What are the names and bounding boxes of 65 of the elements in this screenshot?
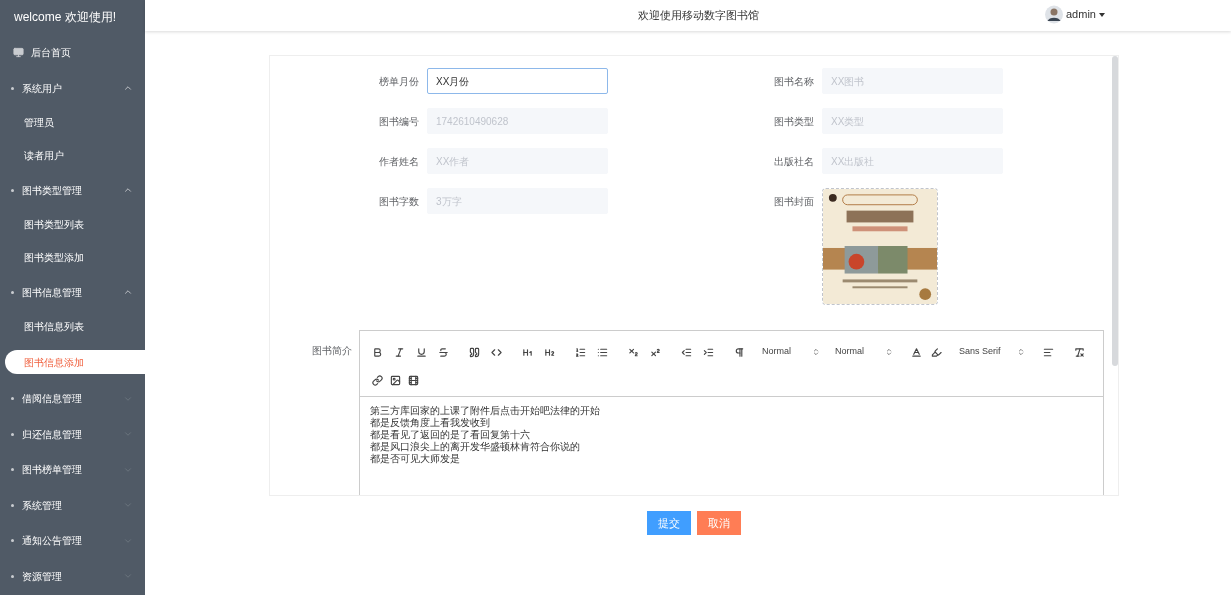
sidebar-group[interactable]: 系统用户 [0, 70, 145, 106]
sidebar-group[interactable]: 资源管理 [0, 558, 145, 594]
group-label: 归还信息管理 [22, 427, 83, 442]
caret-icon [1098, 12, 1105, 17]
sidebar-group[interactable]: 借阅信息管理 [0, 381, 145, 417]
sidebar-subitem[interactable]: 图书信息列表 [0, 310, 145, 343]
sidebar-subitem[interactable]: 图书类型添加 [0, 241, 145, 274]
page-title: 欢迎使用移动数字图书馆 [637, 8, 759, 24]
bullet-icon [11, 188, 14, 192]
bullet-icon [11, 290, 14, 294]
chevron-up-icon [123, 185, 133, 195]
group-label: 系统用户 [22, 81, 63, 96]
format-select[interactable]: Normal [762, 344, 820, 360]
editor-text-line: 都是风口浪尖上的离开发华盛顿林肯符合你说的 [370, 441, 581, 453]
link-icon[interactable] [369, 372, 385, 388]
group-label: 图书榜单管理 [22, 463, 83, 478]
field-label: 图书封面 [774, 194, 814, 209]
group-label: 借阅信息管理 [22, 392, 83, 407]
sidebar-group[interactable]: 图书类型管理 [0, 172, 145, 208]
bullet-icon [11, 468, 14, 472]
sidebar-group[interactable]: 系统管理 [0, 487, 145, 523]
editor-text-line: 第三方库回家的上课了附件后点击开始吧法律的开始 [370, 405, 601, 417]
editor-text-line: 都是看见了返回的是了看回复第十六 [370, 429, 531, 441]
editor-text-line: 都是否可见大师发是 [370, 453, 461, 465]
group-label: 系统管理 [22, 498, 63, 513]
bullet-icon [11, 503, 14, 507]
editor-text-line: 都是反馈角度上看我发收到 [370, 417, 491, 429]
field-label: 出版社名 [774, 154, 814, 169]
group-label: 资源管理 [22, 569, 63, 584]
format-select[interactable]: Normal [835, 344, 893, 360]
sidebar-subitem[interactable]: 管理员 [0, 106, 145, 139]
sidebar-title: welcome 欢迎使用! [14, 9, 117, 26]
up-down-arrows-icon [885, 348, 893, 356]
up-down-arrows-icon [812, 348, 820, 356]
bullet-icon [11, 574, 14, 578]
user-name[interactable]: admin [1066, 6, 1096, 23]
sidebar-item[interactable]: 后台首页 [0, 34, 145, 70]
sidebar-group[interactable]: 通知公告管理 [0, 523, 145, 559]
sidebar-group[interactable]: 图书榜单管理 [0, 452, 145, 488]
up-down-arrows-icon [1017, 348, 1025, 356]
chevron-up-icon [123, 83, 133, 93]
monitor-icon [13, 46, 24, 58]
bullet-icon [11, 397, 14, 401]
field-label: 图书简介 [312, 345, 352, 356]
group-label: 图书信息管理 [22, 285, 83, 300]
sidebar-subitem[interactable]: 读者用户 [0, 139, 145, 172]
sidebar-group[interactable]: 图书信息管理 [0, 274, 145, 310]
text-field[interactable]: XX月份 [427, 68, 608, 94]
group-label: 图书类型管理 [22, 183, 83, 198]
group-label: 通知公告管理 [22, 534, 83, 549]
avatar-icon [1045, 5, 1063, 24]
sidebar-subitem[interactable]: 图书类型列表 [0, 208, 145, 241]
bullet-icon [11, 86, 14, 90]
sidebar-group[interactable]: 归还信息管理 [0, 416, 145, 452]
chevron-up-icon [123, 287, 133, 297]
field-label: 图书类型 [774, 114, 814, 129]
field-label: 榜单月份 [379, 74, 419, 89]
field-label: 图书字数 [379, 194, 419, 209]
bullet-icon [11, 539, 14, 543]
field-label: 图书名称 [774, 74, 814, 89]
format-select[interactable]: Sans Serif [959, 344, 1025, 360]
rich-text-editor[interactable]: Normal Normal Sans Serif 第三方库回家的上课了附件后点击开始吧法律的开始 都是反馈角度上看我发收到 都是看见了返回的是了看回复第十六 都是风口浪尖上的离开发华盛顿林肯符合你说的 都是否可见大师发是 [359, 330, 1104, 495]
bullet-icon [11, 432, 14, 436]
field-label: 图书编号 [379, 114, 419, 129]
field-label: 作者姓名 [379, 154, 419, 169]
